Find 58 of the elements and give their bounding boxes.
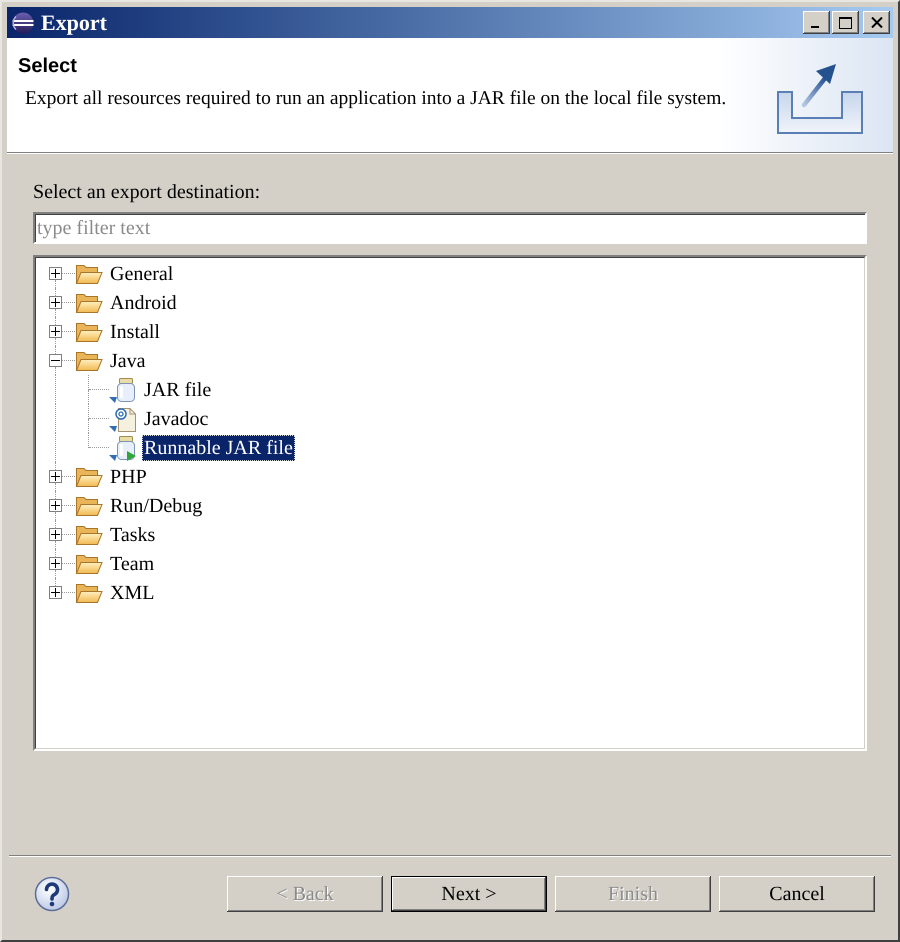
dialog-button[interactable]: Next > <box>391 876 547 912</box>
help-icon <box>34 876 70 912</box>
tree-item[interactable]: Runnable JAR file <box>142 434 295 460</box>
tree-item[interactable]: XML <box>108 580 156 606</box>
expand-toggle[interactable] <box>49 470 62 483</box>
expand-toggle[interactable] <box>49 296 62 309</box>
maximize-icon <box>839 16 852 28</box>
plus-icon <box>51 472 60 481</box>
minimize-button[interactable] <box>803 11 830 34</box>
document-at-icon <box>109 406 137 432</box>
plus-icon <box>51 269 60 278</box>
folder-icon <box>75 262 103 284</box>
jar-play-icon <box>109 434 137 460</box>
plus-icon <box>51 588 60 597</box>
minimize-icon <box>811 26 819 28</box>
folder-icon <box>75 582 103 604</box>
folder-icon <box>75 292 103 314</box>
jar-icon <box>109 376 137 402</box>
tree-item[interactable]: JAR file <box>142 376 214 402</box>
expand-toggle[interactable] <box>49 499 62 512</box>
plus-icon <box>51 530 60 539</box>
folder-icon <box>75 494 103 516</box>
folder-icon <box>75 524 103 546</box>
folder-icon <box>75 552 103 574</box>
filter-field[interactable]: type filter text <box>33 212 867 244</box>
tree-item[interactable]: Run/Debug <box>108 492 204 518</box>
folder-icon <box>75 350 103 372</box>
expand-toggle[interactable] <box>49 586 62 599</box>
app-icon <box>11 12 35 34</box>
collapse-toggle[interactable] <box>49 354 62 367</box>
dialog-button[interactable]: Cancel <box>719 876 875 912</box>
folder-icon <box>75 320 103 342</box>
close-button[interactable] <box>863 11 890 34</box>
tray-arrow-icon <box>777 63 863 134</box>
plus-icon <box>51 298 60 307</box>
close-icon <box>870 17 882 28</box>
tree-item[interactable]: Java <box>108 348 148 374</box>
expand-toggle[interactable] <box>49 528 62 541</box>
tree-item[interactable]: Android <box>108 290 179 316</box>
tree-item[interactable]: Team <box>108 550 156 576</box>
expand-toggle[interactable] <box>49 557 62 570</box>
tree-item[interactable]: Install <box>108 318 162 344</box>
tree-item[interactable]: Tasks <box>108 522 158 548</box>
window-title: Export <box>41 10 107 36</box>
filter-label: Select an export destination: <box>33 180 262 204</box>
page-title: Select <box>18 54 78 79</box>
maximize-button[interactable] <box>832 11 859 34</box>
expand-toggle[interactable] <box>49 325 62 338</box>
plus-icon <box>51 327 60 336</box>
plus-icon <box>51 501 60 510</box>
plus-icon <box>51 559 60 568</box>
tree-item[interactable]: Javadoc <box>142 406 210 432</box>
tree-item[interactable]: General <box>108 260 176 286</box>
tree-item[interactable]: PHP <box>108 464 149 490</box>
folder-icon <box>75 466 103 488</box>
expand-toggle[interactable] <box>49 267 62 280</box>
help-button[interactable] <box>34 876 70 912</box>
page-description: Export all resources required to run an application into a JAR file on the local file system. <box>25 87 728 111</box>
